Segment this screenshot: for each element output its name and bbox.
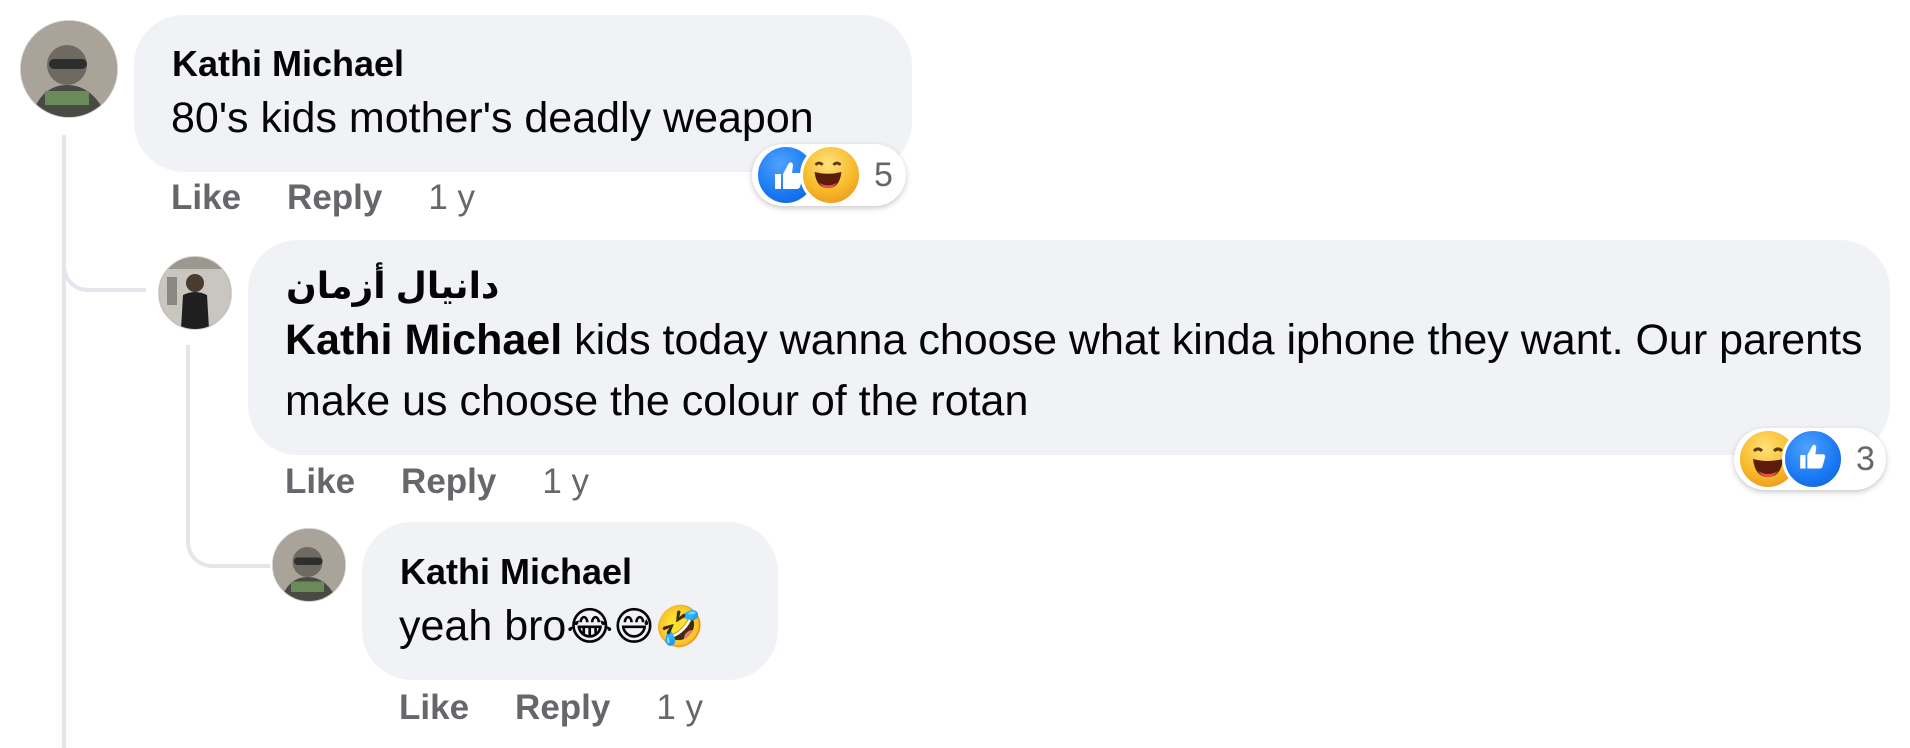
profile-photo-icon (273, 529, 345, 601)
comment-author[interactable]: دانيال أزمان (286, 265, 499, 307)
profile-photo-icon (21, 21, 117, 117)
laughing-emojis-icon: 😂😅🤣 (566, 605, 705, 649)
avatar[interactable] (158, 256, 232, 330)
like-button[interactable]: Like (399, 688, 469, 727)
thread-connector-2 (186, 500, 270, 568)
avatar[interactable] (272, 528, 346, 602)
timestamp[interactable]: 1 y (542, 462, 589, 501)
comment-text: yeah bro😂😅🤣 (399, 596, 705, 658)
profile-photo-icon (159, 257, 231, 329)
reaction-summary[interactable]: 3 (1734, 428, 1886, 490)
reply-button[interactable]: Reply (287, 178, 382, 217)
comment-thread: Kathi Michael 80's kids mother's deadly … (0, 0, 1910, 748)
like-button[interactable]: Like (171, 178, 241, 217)
comment-text: 80's kids mother's deadly weapon (171, 94, 814, 142)
comment-body: yeah bro (399, 602, 567, 650)
timestamp[interactable]: 1 y (428, 178, 475, 217)
reply-button[interactable]: Reply (515, 688, 610, 727)
reaction-count: 3 (1856, 439, 1875, 478)
comment-text: Kathi Michael kids today wanna choose wh… (285, 310, 1865, 432)
laughing-face-icon (800, 144, 862, 206)
thread-line-main (62, 135, 66, 748)
avatar[interactable] (20, 20, 118, 118)
comment-actions: Like Reply 1 y (399, 688, 749, 728)
reply-button[interactable]: Reply (401, 462, 496, 501)
comment-actions: Like Reply 1 y (171, 178, 521, 218)
reaction-count: 5 (874, 155, 893, 194)
comment-actions: Like Reply 1 y (285, 462, 635, 502)
thumbs-up-icon (1782, 428, 1844, 490)
reaction-summary[interactable]: 5 (752, 144, 906, 206)
thread-line-sub (186, 345, 190, 505)
comment-author[interactable]: Kathi Michael (172, 43, 404, 85)
timestamp[interactable]: 1 y (656, 688, 703, 727)
comment-author[interactable]: Kathi Michael (400, 551, 632, 593)
mention-link[interactable]: Kathi Michael (285, 316, 562, 364)
like-button[interactable]: Like (285, 462, 355, 501)
thread-connector-1b (62, 230, 146, 292)
